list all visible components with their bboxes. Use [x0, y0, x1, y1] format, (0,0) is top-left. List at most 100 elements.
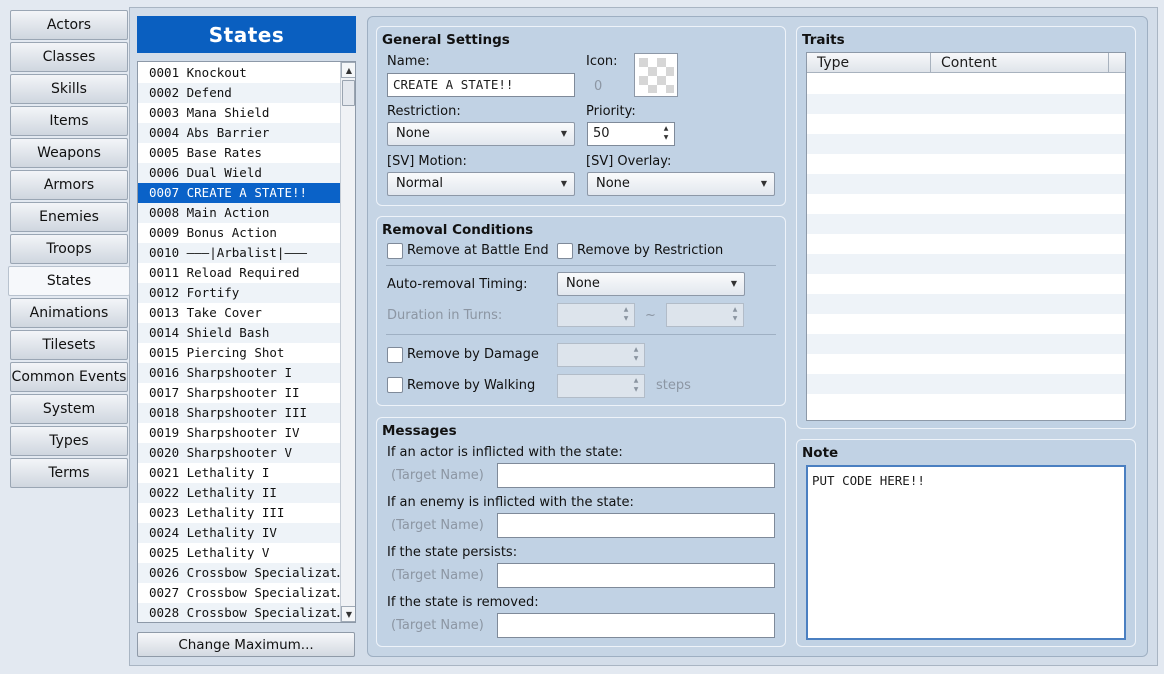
remove-by-damage-label: Remove by Damage — [407, 347, 539, 362]
list-item[interactable]: 0027 Crossbow Specializat… — [138, 583, 340, 603]
list-item[interactable]: 0015 Piercing Shot — [138, 343, 340, 363]
table-row[interactable] — [807, 174, 1125, 194]
tab-armors[interactable]: Armors — [10, 170, 128, 200]
tab-common-events[interactable]: Common Events — [10, 362, 128, 392]
traits-table[interactable]: Type Content — [806, 52, 1126, 421]
note-textarea[interactable]: PUT CODE HERE!! — [806, 465, 1126, 640]
list-item[interactable]: 0022 Lethality II — [138, 483, 340, 503]
scroll-down-arrow-icon[interactable]: ▼ — [341, 606, 355, 622]
tab-animations[interactable]: Animations — [10, 298, 128, 328]
tab-classes[interactable]: Classes — [10, 42, 128, 72]
table-row[interactable] — [807, 134, 1125, 154]
sv-motion-dropdown[interactable]: Normal ▼ — [387, 172, 575, 196]
stepper-arrows-icon[interactable]: ▲ ▼ — [631, 345, 641, 365]
walking-steps-stepper[interactable]: ▲ ▼ — [557, 374, 645, 398]
icon-picker[interactable] — [634, 53, 678, 97]
table-row[interactable] — [807, 214, 1125, 234]
list-item[interactable]: 0007 CREATE A STATE!! — [138, 183, 340, 203]
table-row[interactable] — [807, 314, 1125, 334]
persists-message-input[interactable] — [497, 563, 775, 588]
table-row[interactable] — [807, 354, 1125, 374]
tab-types[interactable]: Types — [10, 426, 128, 456]
sv-overlay-dropdown[interactable]: None ▼ — [587, 172, 775, 196]
list-item[interactable]: 0013 Take Cover — [138, 303, 340, 323]
removed-message-input[interactable] — [497, 613, 775, 638]
list-item[interactable]: 0001 Knockout — [138, 63, 340, 83]
remove-at-battle-end-checkbox[interactable] — [387, 243, 403, 259]
remove-by-walking-checkbox[interactable] — [387, 377, 403, 393]
target-name-placeholder: (Target Name) — [391, 618, 484, 633]
table-row[interactable] — [807, 394, 1125, 414]
list-item[interactable]: 0018 Sharpshooter III — [138, 403, 340, 423]
list-item[interactable]: 0009 Bonus Action — [138, 223, 340, 243]
duration-max-stepper[interactable]: ▲ ▼ — [666, 303, 744, 327]
stepper-arrows-icon[interactable]: ▲ ▼ — [621, 305, 631, 325]
stepper-arrows-icon[interactable]: ▲ ▼ — [661, 124, 671, 144]
chevron-down-icon: ▼ — [730, 279, 737, 288]
remove-by-restriction-checkbox[interactable] — [557, 243, 573, 259]
table-row[interactable] — [807, 194, 1125, 214]
restriction-dropdown[interactable]: None ▼ — [387, 122, 575, 146]
list-item[interactable]: 0024 Lethality IV — [138, 523, 340, 543]
list-scrollbar[interactable]: ▲ ▼ — [340, 62, 355, 622]
table-row[interactable] — [807, 74, 1125, 94]
table-row[interactable] — [807, 374, 1125, 394]
list-item[interactable]: 0002 Defend — [138, 83, 340, 103]
list-item[interactable]: 0028 Crossbow Specializat… — [138, 603, 340, 622]
remove-at-battle-end-label: Remove at Battle End — [407, 243, 549, 258]
tab-items[interactable]: Items — [10, 106, 128, 136]
tab-weapons[interactable]: Weapons — [10, 138, 128, 168]
name-field[interactable]: CREATE A STATE!! — [387, 73, 575, 97]
enemy-message-input[interactable] — [497, 513, 775, 538]
col-content-header[interactable]: Content — [931, 53, 1109, 73]
table-row[interactable] — [807, 94, 1125, 114]
list-item[interactable]: 0016 Sharpshooter I — [138, 363, 340, 383]
table-row[interactable] — [807, 254, 1125, 274]
list-item[interactable]: 0021 Lethality I — [138, 463, 340, 483]
list-item[interactable]: 0014 Shield Bash — [138, 323, 340, 343]
change-maximum-button[interactable]: Change Maximum... — [137, 632, 355, 657]
list-item[interactable]: 0017 Sharpshooter II — [138, 383, 340, 403]
auto-removal-timing-dropdown[interactable]: None ▼ — [557, 272, 745, 296]
list-item[interactable]: 0008 Main Action — [138, 203, 340, 223]
table-row[interactable] — [807, 274, 1125, 294]
list-item[interactable]: 0011 Reload Required — [138, 263, 340, 283]
col-type-header[interactable]: Type — [807, 53, 931, 73]
stepper-arrows-icon[interactable]: ▲ ▼ — [631, 376, 641, 396]
general-settings-title: General Settings — [382, 32, 510, 48]
list-item[interactable]: 0010 ———|Arbalist|——— — [138, 243, 340, 263]
list-item[interactable]: 0005 Base Rates — [138, 143, 340, 163]
tab-terms[interactable]: Terms — [10, 458, 128, 488]
table-row[interactable] — [807, 334, 1125, 354]
list-item[interactable]: 0026 Crossbow Specializat… — [138, 563, 340, 583]
damage-percent-stepper[interactable]: ▲ ▼ — [557, 343, 645, 367]
tab-actors[interactable]: Actors — [10, 10, 128, 40]
scroll-thumb[interactable] — [342, 80, 355, 106]
duration-min-stepper[interactable]: ▲ ▼ — [557, 303, 635, 327]
remove-by-damage-checkbox[interactable] — [387, 347, 403, 363]
tab-tilesets[interactable]: Tilesets — [10, 330, 128, 360]
states-list[interactable]: 0001 Knockout 0002 Defend 0003 Mana Shield… — [137, 61, 356, 623]
list-item[interactable]: 0012 Fortify — [138, 283, 340, 303]
tab-skills[interactable]: Skills — [10, 74, 128, 104]
stepper-arrows-icon[interactable]: ▲ ▼ — [730, 305, 740, 325]
list-item[interactable]: 0006 Dual Wield — [138, 163, 340, 183]
tab-enemies[interactable]: Enemies — [10, 202, 128, 232]
list-item[interactable]: 0019 Sharpshooter IV — [138, 423, 340, 443]
table-row[interactable] — [807, 154, 1125, 174]
list-item[interactable]: 0020 Sharpshooter V — [138, 443, 340, 463]
table-row[interactable] — [807, 234, 1125, 254]
table-row[interactable] — [807, 114, 1125, 134]
tab-states[interactable]: States — [8, 266, 130, 296]
table-row[interactable] — [807, 294, 1125, 314]
tab-troops[interactable]: Troops — [10, 234, 128, 264]
list-item[interactable]: 0004 Abs Barrier — [138, 123, 340, 143]
list-item[interactable]: 0003 Mana Shield — [138, 103, 340, 123]
list-item[interactable]: 0023 Lethality III — [138, 503, 340, 523]
actor-message-input[interactable] — [497, 463, 775, 488]
priority-stepper[interactable]: 50 ▲ ▼ — [587, 122, 675, 146]
tab-system[interactable]: System — [10, 394, 128, 424]
list-item[interactable]: 0025 Lethality V — [138, 543, 340, 563]
sv-motion-value: Normal — [396, 176, 444, 191]
scroll-up-arrow-icon[interactable]: ▲ — [341, 62, 355, 78]
